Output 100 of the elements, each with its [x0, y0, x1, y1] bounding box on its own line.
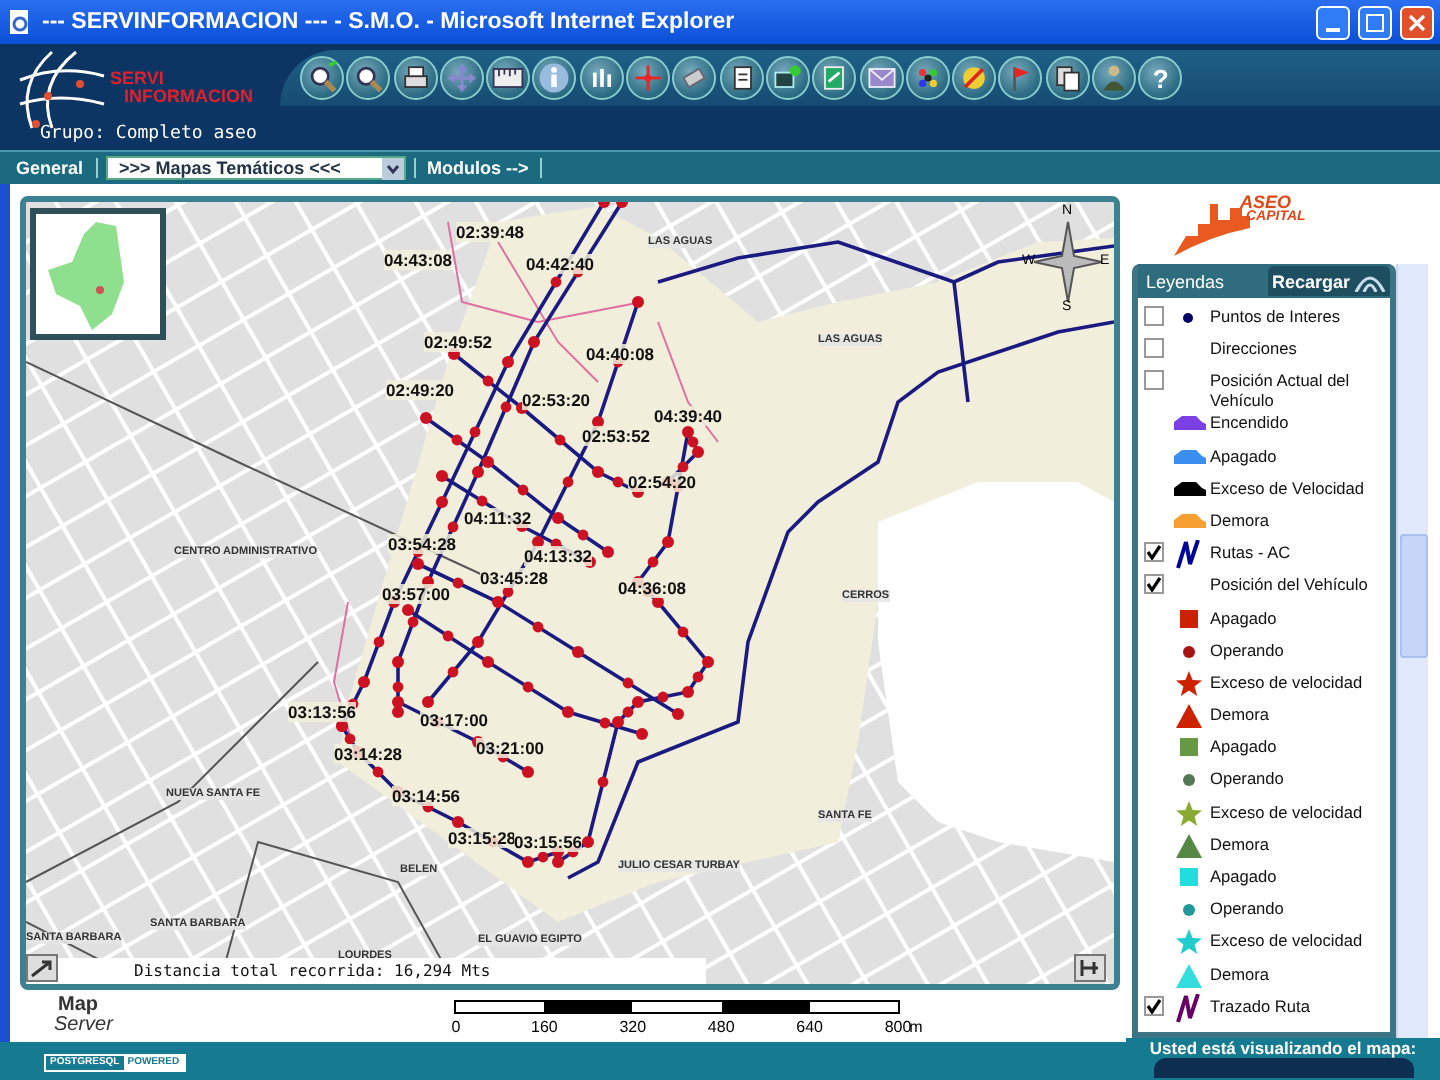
scale-label: 0 — [451, 1018, 461, 1037]
time-label: 04:13:32 — [524, 546, 593, 566]
toolbar-button[interactable] — [765, 56, 810, 100]
legend-label: Rutas - AC — [1210, 540, 1291, 563]
time-label: 02:49:52 — [424, 332, 493, 352]
checkbox[interactable] — [1144, 995, 1164, 1016]
info-icon — [536, 60, 573, 96]
legend-label: Demora — [1210, 961, 1270, 984]
time-label: 02:53:52 — [582, 426, 651, 446]
legend-label: Exceso de velocidad — [1210, 799, 1363, 822]
toolbar-button[interactable] — [1045, 56, 1090, 100]
arches-icon — [1354, 271, 1386, 291]
legend-tab[interactable]: Leyendas — [1138, 271, 1225, 291]
legend-label: Exceso de Velocidad — [1210, 475, 1365, 498]
brand-text: ASEO — [1240, 192, 1292, 212]
scale-label: 320 — [619, 1018, 647, 1037]
window-title: --- SERVINFORMACION --- - S.M.O. - Microsoft Internet Explorer — [42, 10, 737, 34]
time-label: 02:39:48 — [456, 222, 525, 242]
logo-text: INFORMACION — [124, 86, 253, 106]
scale-label: 480 — [707, 1018, 735, 1037]
legend-label: Operando — [1210, 766, 1284, 789]
help-button[interactable]: ? — [1138, 56, 1183, 100]
minimize-button[interactable] — [1316, 5, 1350, 39]
browser-page-icon — [6, 8, 34, 36]
toolbar-button[interactable] — [579, 56, 624, 100]
toolbar-button[interactable] — [812, 56, 857, 100]
legend-label: Trazado Ruta — [1210, 993, 1310, 1016]
legend-label: Apagado — [1210, 605, 1277, 627]
time-label: 04:36:08 — [618, 578, 687, 598]
legend-label: Demora — [1210, 702, 1270, 725]
legend-label: Puntos de Interes — [1210, 304, 1341, 326]
time-label: 04:39:40 — [654, 406, 723, 426]
scale-label: 800 — [884, 1018, 912, 1037]
legend-label: Exceso de velocidad — [1210, 928, 1363, 951]
maximize-button[interactable] — [1358, 5, 1392, 39]
time-label: 03:14:28 — [334, 744, 403, 764]
time-label: 03:21:00 — [476, 738, 545, 758]
legend-label: Apagado — [1210, 443, 1277, 466]
time-label: 04:42:40 — [526, 254, 595, 274]
modules-link[interactable]: Modulos --> — [413, 158, 543, 178]
toolbar-button[interactable] — [486, 56, 531, 100]
checkbox[interactable] — [1144, 574, 1164, 595]
distance-text: Distancia total recorrida: 16,294 Mts — [26, 958, 706, 985]
close-icon — [1408, 13, 1426, 31]
close-button[interactable] — [1400, 5, 1434, 39]
checkbox[interactable] — [1144, 306, 1164, 326]
legend-label: Posición del Vehículo — [1210, 572, 1368, 595]
checkbox[interactable] — [1144, 542, 1164, 563]
time-label: 02:49:20 — [386, 380, 455, 400]
time-label: 03:15:56 — [514, 832, 583, 852]
legend-label: Operando — [1210, 896, 1284, 919]
legend-label: Encendido — [1210, 410, 1289, 433]
maximize-icon — [1366, 13, 1384, 31]
toolbar-button[interactable] — [300, 56, 344, 100]
pan-icon — [443, 60, 480, 96]
toolbar-button[interactable] — [346, 56, 391, 100]
legend-label: Operando — [1210, 637, 1284, 660]
time-label: 04:40:08 — [586, 344, 655, 364]
time-label: 03:13:56 — [288, 702, 357, 722]
time-label: 02:54:20 — [628, 472, 697, 492]
theme-dropdown[interactable]: >>> Mapas Temáticos <<< — [105, 156, 406, 180]
toolbar-button[interactable] — [859, 56, 904, 100]
scale-unit: m — [909, 1018, 923, 1037]
group-label: Grupo: Completo aseo — [40, 124, 257, 144]
toolbar-button[interactable] — [532, 56, 577, 100]
reload-button[interactable]: Recargar — [1267, 266, 1390, 296]
scale-label: 160 — [531, 1018, 558, 1037]
time-label: 03:57:00 — [382, 584, 451, 604]
viewing-label: Usted está visualizando el mapa: — [1149, 1038, 1417, 1058]
legend-label: Exceso de velocidad — [1210, 669, 1363, 692]
checkbox[interactable] — [1144, 370, 1164, 391]
time-label: 04:11:32 — [464, 508, 532, 528]
scale-label: 640 — [796, 1018, 823, 1037]
time-label: 03:15:28 — [448, 828, 517, 848]
mapserver-logo: Map Server — [52, 996, 116, 1041]
time-label: 03:45:28 — [480, 568, 549, 588]
map-tool-button[interactable] — [26, 954, 58, 982]
legend-label: Demora — [1210, 507, 1270, 530]
time-label: 03:17:00 — [420, 710, 489, 730]
checkbox[interactable] — [1144, 338, 1164, 359]
crosshair-icon — [630, 60, 667, 96]
legend-label: Demora — [1210, 831, 1270, 854]
logo-text: SERVI — [110, 68, 164, 88]
toolbar-button[interactable] — [672, 56, 717, 100]
toolbar-button[interactable] — [719, 56, 764, 100]
time-label: 03:54:28 — [388, 534, 457, 554]
toolbar-button[interactable] — [393, 56, 438, 100]
legend-label: Apagado — [1210, 734, 1277, 757]
legend-label: Posición Actual del Vehículo — [1210, 368, 1352, 411]
legend-label: Apagado — [1210, 864, 1277, 886]
scrollbar[interactable] — [1396, 264, 1428, 1038]
minimize-icon — [1326, 27, 1340, 31]
overview-map — [30, 208, 166, 340]
arrow-icon — [28, 956, 56, 980]
time-label: 03:14:56 — [392, 786, 461, 806]
legend-label: Direcciones — [1210, 336, 1297, 359]
toolbar-button[interactable] — [952, 56, 997, 100]
time-label: 02:53:20 — [522, 390, 591, 410]
section-label: General — [8, 158, 98, 178]
time-label: 04:43:08 — [384, 250, 453, 270]
